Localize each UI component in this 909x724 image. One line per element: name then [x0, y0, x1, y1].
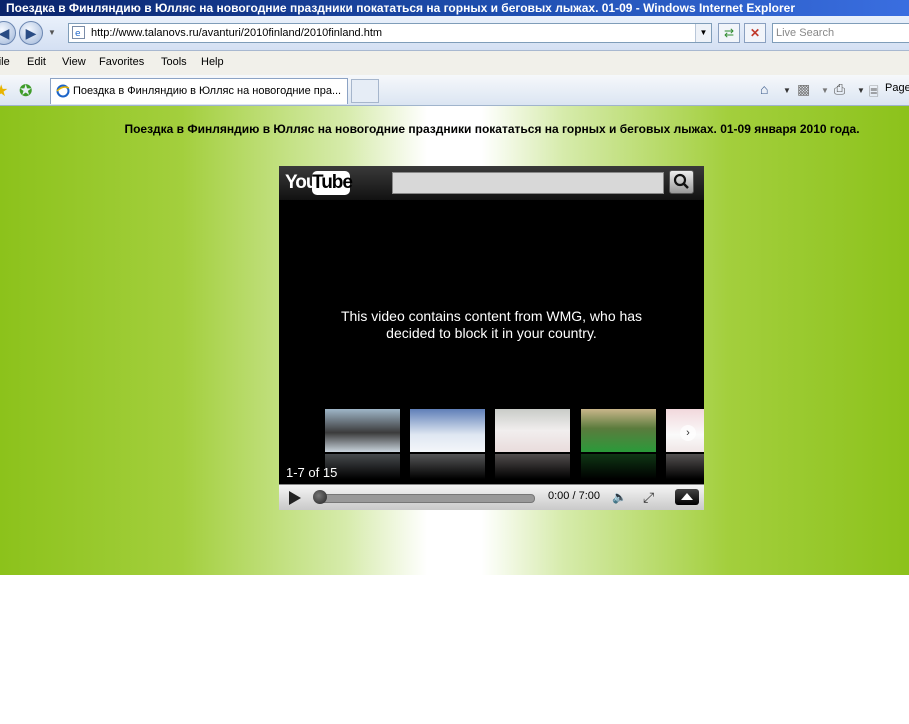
search-input[interactable]: Live Search — [772, 23, 909, 43]
forward-arrow-icon: ▶ — [25, 25, 37, 41]
magnifier-icon — [673, 173, 689, 189]
time-display: 0:00 / 7:00 — [548, 490, 600, 502]
progress-bar[interactable] — [315, 494, 535, 503]
refresh-button[interactable]: ⇄ — [718, 23, 740, 43]
thumbnail-image — [495, 409, 570, 452]
video-thumbnail[interactable] — [666, 409, 704, 479]
menu-view[interactable]: View — [62, 56, 86, 68]
thumbnail-image — [325, 409, 400, 452]
youtube-logo-tube: Tube — [312, 171, 353, 195]
ie-page-icon: e — [72, 26, 85, 39]
fullscreen-icon[interactable]: ⤢ — [643, 489, 654, 506]
window-title: Поездка в Финляндию в Юлляс на новогодни… — [6, 1, 795, 15]
page-menu-label[interactable]: Page — [885, 82, 909, 94]
menu-favorites[interactable]: Favorites — [99, 56, 144, 68]
thumbnail-image — [581, 409, 656, 452]
feeds-icon[interactable]: ▩ — [797, 81, 810, 98]
thumbnail-image — [410, 409, 485, 452]
search-placeholder: Live Search — [776, 27, 835, 39]
recent-pages-dropdown-icon[interactable]: ▼ — [48, 28, 56, 37]
playlist-count: 1-7 of 15 — [286, 465, 338, 480]
menu-help[interactable]: Help — [201, 56, 224, 68]
add-favorites-icon[interactable]: ✪ — [19, 81, 32, 101]
player-menu-button[interactable] — [675, 489, 699, 505]
thumbnail-reflection — [410, 454, 485, 479]
youtube-player[interactable]: You Tube This video contains content fro… — [279, 166, 704, 510]
tab-bar: ★ ✪ Поездка в Финляндию в Юлляс на новог… — [0, 75, 909, 106]
stop-button[interactable]: ✕ — [744, 23, 766, 43]
url-text: http://www.talanovs.ru/avanturi/2010finl… — [91, 27, 383, 39]
menu-edit[interactable]: Edit — [27, 56, 46, 68]
blocked-message: This video contains content from WMG, wh… — [279, 308, 704, 342]
thumbnail-reflection — [666, 454, 704, 479]
feeds-dropdown-icon[interactable]: ▼ — [821, 86, 829, 95]
video-thumbnail[interactable] — [581, 409, 656, 479]
address-dropdown-icon[interactable]: ▼ — [695, 24, 711, 42]
player-header: You Tube — [279, 166, 704, 200]
address-toolbar: ◀ ▶ ▼ e http://www.talanovs.ru/avanturi/… — [0, 16, 909, 51]
video-thumbnail[interactable] — [495, 409, 570, 479]
page-content: Поездка в Финляндию в Юлляс на новогодни… — [0, 106, 909, 575]
home-dropdown-icon[interactable]: ▼ — [783, 86, 791, 95]
player-search-button[interactable] — [669, 170, 694, 194]
player-search-input[interactable] — [392, 172, 664, 194]
address-field[interactable]: e http://www.talanovs.ru/avanturi/2010fi… — [68, 23, 712, 43]
thumbnail-reflection — [495, 454, 570, 479]
tab-label: Поездка в Финляндию в Юлляс на новогодни… — [73, 85, 342, 97]
next-thumbnails-icon[interactable]: › — [680, 425, 696, 441]
back-button[interactable]: ◀ — [0, 21, 16, 45]
back-arrow-icon: ◀ — [0, 25, 10, 41]
page-icon[interactable]: 🗏 — [869, 83, 879, 104]
menu-bar: File Edit View Favorites Tools Help — [0, 51, 909, 76]
related-videos-strip: › — [325, 409, 704, 479]
ie-tab-icon — [56, 84, 70, 98]
forward-button[interactable]: ▶ — [19, 21, 43, 45]
thumbnail-reflection — [581, 454, 656, 479]
video-thumbnail[interactable] — [410, 409, 485, 479]
refresh-icon: ⇄ — [723, 26, 735, 40]
blocked-message-line1: This video contains content from WMG, wh… — [340, 308, 643, 324]
menu-file[interactable]: File — [0, 56, 10, 68]
page-title: Поездка в Финляндию в Юлляс на новогодни… — [124, 122, 860, 136]
svg-text:e: e — [75, 29, 81, 39]
menu-tools[interactable]: Tools — [161, 56, 187, 68]
scrubber-handle[interactable] — [313, 490, 327, 504]
tab-current-page[interactable]: Поездка в Финляндию в Юлляс на новогодни… — [50, 78, 348, 104]
window-title-bar: Поездка в Финляндию в Юлляс на новогодни… — [0, 0, 909, 16]
stop-icon: ✕ — [749, 26, 761, 40]
blocked-message-line2: decided to block it in your country. — [386, 325, 597, 341]
favorites-star-icon[interactable]: ★ — [0, 81, 8, 101]
play-icon[interactable] — [289, 491, 301, 505]
print-dropdown-icon[interactable]: ▼ — [857, 86, 865, 95]
print-icon[interactable]: ⎙ — [834, 81, 845, 98]
home-icon[interactable]: ⌂ — [760, 81, 768, 97]
volume-icon[interactable]: 🔈 — [612, 490, 627, 504]
new-tab-button[interactable] — [351, 79, 379, 103]
player-controls: 0:00 / 7:00 🔈 ⤢ — [279, 484, 704, 510]
